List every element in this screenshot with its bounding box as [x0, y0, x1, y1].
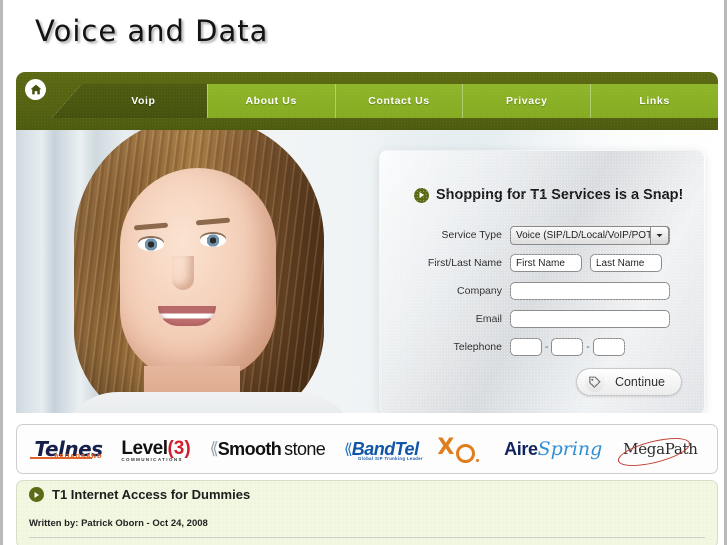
page-root: Voice and Data Voip About Us Contact Us — [0, 0, 727, 545]
telephone-separator: - — [545, 341, 549, 353]
nav-list: Voip About Us Contact Us Privacy Links — [16, 79, 718, 118]
email-label: Email — [475, 313, 502, 325]
form-row-company: Company — [380, 279, 706, 303]
service-type-value: Voice (SIP/LD/Local/VoIP/POTS) — [516, 229, 663, 241]
continue-button-label: Continue — [614, 375, 665, 389]
site-logo[interactable]: Voice and Data — [35, 14, 268, 48]
photo-eye-right — [200, 234, 226, 247]
photo-eye-left — [138, 238, 164, 251]
company-control — [510, 282, 670, 300]
partner-logo-smoothstone[interactable]: ⟨⟨ Smooth stone — [210, 439, 326, 460]
continue-button[interactable]: Continue — [575, 368, 682, 396]
photo-shoulders — [58, 392, 358, 413]
home-icon[interactable] — [25, 79, 46, 100]
service-type-control: Voice (SIP/LD/Local/VoIP/POTS) — [510, 225, 670, 245]
name-control — [510, 254, 662, 272]
email-control — [510, 310, 670, 328]
photo-face — [120, 168, 276, 380]
company-input[interactable] — [510, 282, 670, 300]
telephone-control: - - — [510, 338, 625, 356]
partner-logo-megapath[interactable]: MegaPath — [615, 432, 699, 472]
nav-item-voip[interactable]: Voip — [52, 84, 207, 118]
article-divider — [29, 537, 705, 538]
telephone-line-input[interactable] — [592, 338, 625, 356]
play-triangle-icon — [29, 487, 44, 502]
tag-icon — [584, 372, 605, 392]
nav-item-contact-us[interactable]: Contact Us — [334, 84, 463, 118]
nav-item-links[interactable]: Links — [590, 84, 718, 118]
telephone-separator: - — [586, 341, 590, 353]
hero-section: Shopping for T1 Services is a Snap! Serv… — [16, 130, 718, 413]
xo-dot — [476, 459, 480, 462]
partner-name-suffix: stone — [284, 438, 326, 459]
article-title[interactable]: T1 Internet Access for Dummies — [29, 487, 250, 502]
company-label: Company — [457, 285, 502, 297]
article-card: T1 Internet Access for Dummies Written b… — [16, 480, 718, 545]
service-type-label: Service Type — [441, 229, 502, 241]
nav-item-label: About Us — [245, 95, 297, 107]
photo-nose — [172, 256, 194, 290]
telephone-prefix-input[interactable] — [551, 338, 584, 356]
signal-arcs-icon: ⟨⟨ — [344, 441, 353, 458]
partner-name-suffix: Spring — [537, 438, 603, 460]
site-header: Voice and Data — [3, 0, 724, 72]
quote-form-panel: Shopping for T1 Services is a Snap! Serv… — [379, 150, 705, 413]
quote-form: Service Type Voice (SIP/LD/Local/VoIP/PO… — [380, 223, 706, 363]
main-navigation: Voip About Us Contact Us Privacy Links — [16, 72, 718, 130]
partner-logo-airespring[interactable]: Aire Spring — [504, 438, 602, 460]
form-row-service-type: Service Type Voice (SIP/LD/Local/VoIP/PO… — [380, 223, 706, 247]
xo-o-glyph — [456, 444, 476, 463]
service-type-select[interactable]: Voice (SIP/LD/Local/VoIP/POTS) — [510, 225, 670, 245]
partner-logo-bandtel[interactable]: ⟨⟨ BandTel Global SIP Trunking Leader — [344, 439, 423, 461]
telephone-label: Telephone — [453, 341, 502, 353]
article-title-text: T1 Internet Access for Dummies — [52, 487, 251, 502]
nav-item-label: Privacy — [506, 95, 548, 107]
name-label: First/Last Name — [427, 257, 502, 269]
megapath-ring — [615, 432, 693, 472]
form-row-name: First/Last Name — [380, 251, 706, 275]
nav-item-label: Links — [639, 95, 670, 107]
article-byline: Written by: Patrick Oborn - Oct 24, 2008 — [29, 518, 208, 529]
quote-form-title: Shopping for T1 Services is a Snap! — [414, 187, 683, 203]
telephone-area-input[interactable] — [510, 338, 542, 356]
form-row-telephone: Telephone - - — [380, 335, 706, 359]
xo-x-glyph: X — [437, 435, 455, 460]
partner-tagline: Global SIP Trunking Leader — [358, 455, 424, 461]
nav-item-about-us[interactable]: About Us — [206, 84, 335, 118]
nav-item-label: Voip — [131, 95, 156, 107]
last-name-input[interactable] — [590, 254, 662, 272]
nav-item-privacy[interactable]: Privacy — [462, 84, 591, 118]
partner-logo-strip: Telnes BROADBAND Level (3) COMMUNICATION… — [16, 424, 718, 474]
partner-tagline: BROADBAND — [54, 454, 103, 460]
arcs-icon: ⟨⟨ — [209, 439, 219, 458]
first-name-input[interactable] — [510, 254, 582, 272]
form-row-email: Email — [380, 307, 706, 331]
partner-name: Aire — [504, 438, 538, 459]
email-input[interactable] — [510, 310, 670, 328]
partner-tagline: COMMUNICATIONS — [121, 457, 183, 462]
partner-logo-level3[interactable]: Level (3) COMMUNICATIONS — [121, 438, 190, 462]
quote-form-title-text: Shopping for T1 Services is a Snap! — [436, 187, 684, 203]
play-triangle-icon — [414, 187, 429, 203]
partner-name: Smooth — [217, 438, 282, 459]
partner-logo-xo[interactable]: X — [437, 433, 485, 465]
nav-item-label: Contact Us — [368, 95, 430, 107]
partner-logo-telnes[interactable]: Telnes BROADBAND — [30, 437, 103, 461]
chevron-down-icon[interactable] — [650, 225, 669, 245]
